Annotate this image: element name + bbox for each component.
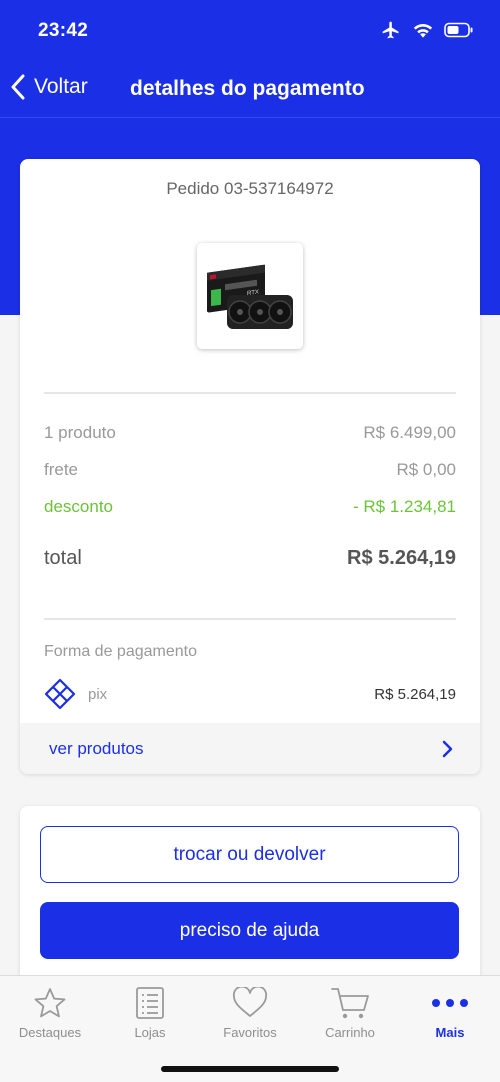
graphics-card-image: RTX xyxy=(207,264,293,329)
tab-label: Favoritos xyxy=(223,1025,277,1040)
tab-destaques[interactable]: Destaques xyxy=(0,984,100,1040)
tab-label: Destaques xyxy=(18,1025,82,1040)
shipping-label: frete xyxy=(44,460,79,479)
payment-amount: R$ 5.264,19 xyxy=(374,685,456,703)
shipping-row: frete R$ 0,00 xyxy=(44,460,456,480)
chevron-left-icon xyxy=(11,74,25,100)
status-time: 23:42 xyxy=(38,20,89,41)
payment-method-label: Forma de pagamento xyxy=(44,643,197,660)
more-icon xyxy=(432,999,468,1007)
help-button[interactable]: preciso de ajuda xyxy=(40,902,459,959)
total-row: total R$ 5.264,19 xyxy=(44,547,456,570)
star-icon xyxy=(34,988,66,1018)
product-thumbnail[interactable]: RTX xyxy=(197,243,303,349)
view-products-label: ver produtos xyxy=(49,738,144,758)
tab-lojas[interactable]: Lojas xyxy=(100,984,200,1040)
order-details-card: Pedido 03-537164972 RTX 1 produto R$ 6.4… xyxy=(20,159,480,774)
tab-favoritos[interactable]: Favoritos xyxy=(200,984,300,1040)
back-label: Voltar xyxy=(34,75,88,98)
tab-label: Carrinho xyxy=(325,1025,375,1040)
tab-mais[interactable]: Mais xyxy=(400,984,500,1040)
list-icon xyxy=(136,987,164,1019)
divider xyxy=(44,618,456,620)
discount-row: desconto - R$ 1.234,81 xyxy=(44,497,456,517)
products-row: 1 produto R$ 6.499,00 xyxy=(44,423,456,443)
airplane-icon xyxy=(382,21,399,39)
status-icons xyxy=(380,20,474,40)
page-title: detalhes do pagamento xyxy=(130,77,365,100)
total-label: total xyxy=(44,547,82,569)
battery-icon xyxy=(444,22,473,38)
discount-value: - R$ 1.234,81 xyxy=(352,497,456,516)
home-indicator[interactable] xyxy=(161,1066,339,1072)
actions-card: trocar ou devolver preciso de ajuda xyxy=(20,806,480,996)
heart-icon xyxy=(232,987,268,1017)
total-value: R$ 5.264,19 xyxy=(347,547,456,569)
payment-method: pix xyxy=(44,678,107,710)
exchange-return-button[interactable]: trocar ou devolver xyxy=(40,826,459,883)
products-label: 1 produto xyxy=(44,423,116,442)
payment-row: pix R$ 5.264,19 xyxy=(44,676,456,712)
order-id: Pedido 03-537164972 xyxy=(166,179,334,198)
tab-carrinho[interactable]: Carrinho xyxy=(300,984,400,1040)
back-button[interactable]: Voltar xyxy=(10,74,88,100)
view-products-link[interactable]: ver produtos xyxy=(20,723,480,774)
chevron-right-icon xyxy=(442,740,453,757)
divider xyxy=(44,392,456,394)
shipping-value: R$ 0,00 xyxy=(396,460,456,479)
cart-icon xyxy=(331,988,369,1019)
tab-label: Mais xyxy=(435,1025,465,1040)
tab-label: Lojas xyxy=(134,1025,166,1040)
pix-icon xyxy=(44,678,76,710)
wifi-icon xyxy=(413,23,433,38)
payment-method-name: pix xyxy=(88,685,108,703)
status-bar: 23:42 xyxy=(0,0,500,62)
discount-label: desconto xyxy=(44,497,113,516)
products-value: R$ 6.499,00 xyxy=(363,423,456,442)
nav-bar: Voltar detalhes do pagamento xyxy=(0,62,500,118)
